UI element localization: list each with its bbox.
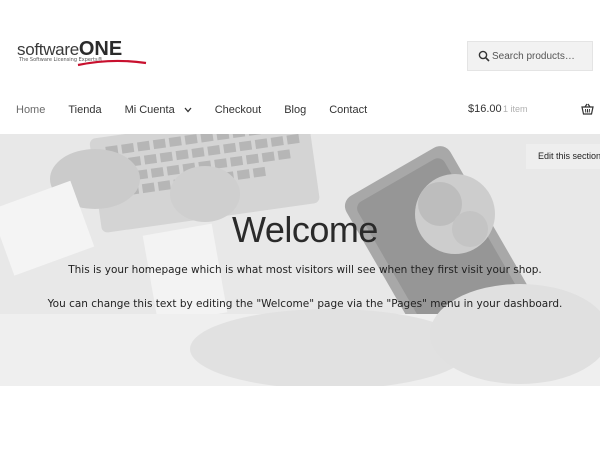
- nav-item-contact[interactable]: Contact: [329, 103, 367, 117]
- hero-welcome-section: Edit this section Welcome This is your h…: [0, 134, 600, 386]
- chevron-down-icon: [184, 107, 192, 113]
- cart-item-count: 1 item: [503, 104, 528, 114]
- logo-swoosh-icon: [77, 59, 147, 67]
- primary-nav: Home Tienda Mi Cuenta Checkout Blog Cont…: [16, 103, 390, 117]
- hero-title: Welcome: [232, 209, 378, 250]
- search-input[interactable]: [492, 42, 592, 70]
- nav-item-blog[interactable]: Blog: [284, 103, 306, 117]
- search-box[interactable]: [467, 41, 593, 71]
- site-header: softwareONE The Software Licensing Exper…: [0, 0, 600, 134]
- hero-paragraph-1: This is your homepage which is what most…: [68, 264, 542, 276]
- search-icon: [478, 50, 490, 62]
- edit-section-button[interactable]: Edit this section: [526, 144, 600, 169]
- brand-logo[interactable]: softwareONE The Software Licensing Exper…: [17, 38, 147, 67]
- cart-amount: $16.00: [468, 103, 502, 115]
- hero-overlay: [0, 134, 600, 386]
- nav-item-checkout[interactable]: Checkout: [215, 103, 261, 117]
- nav-item-tienda[interactable]: Tienda: [68, 103, 101, 117]
- hero-paragraph-2: You can change this text by editing the …: [47, 298, 563, 310]
- nav-item-mi-cuenta[interactable]: Mi Cuenta: [125, 103, 192, 117]
- header-cart[interactable]: $16.00 1 item: [468, 103, 596, 117]
- nav-item-home[interactable]: Home: [16, 103, 45, 117]
- basket-icon[interactable]: [581, 103, 594, 115]
